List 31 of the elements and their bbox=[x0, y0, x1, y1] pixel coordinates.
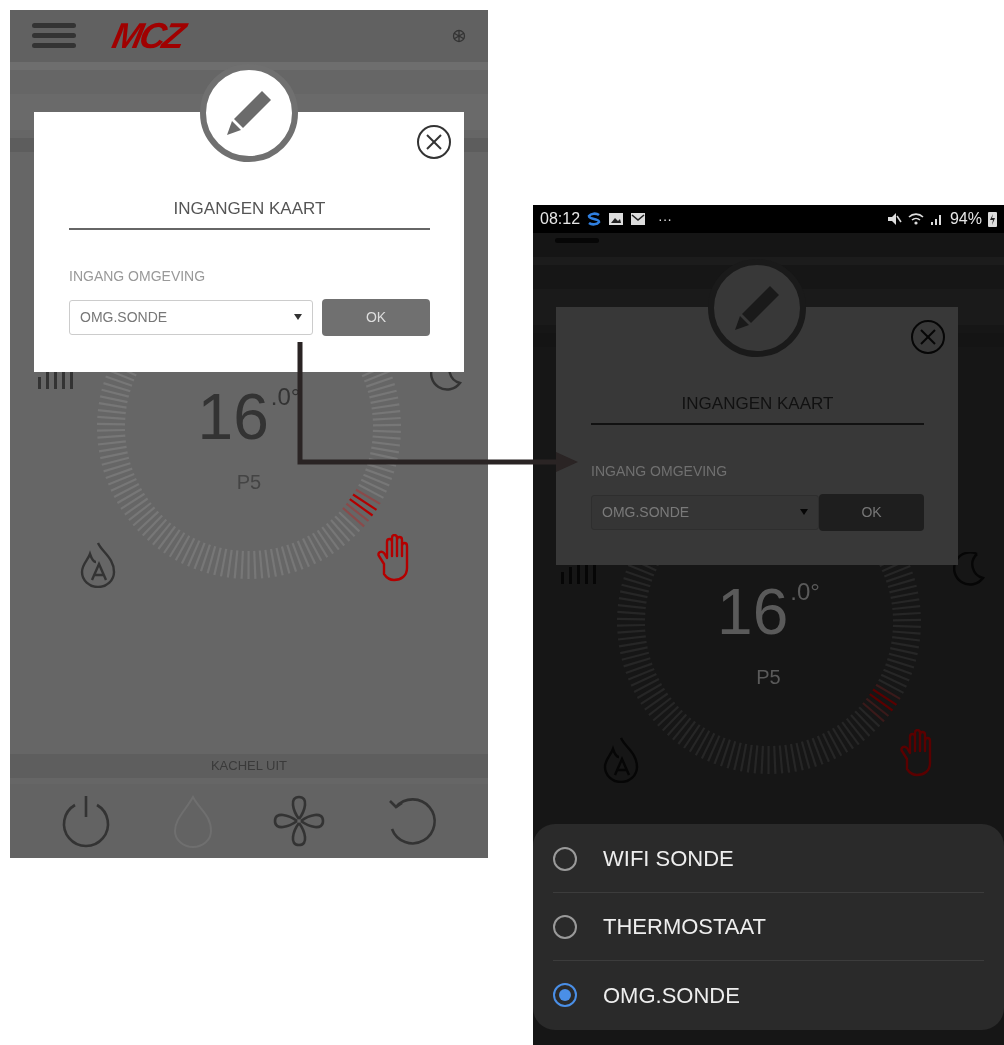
dialog-title: INGANGEN KAART bbox=[172, 198, 327, 220]
app-notification-icon bbox=[586, 211, 603, 227]
dropdown-caret-icon bbox=[294, 314, 302, 320]
mute-icon bbox=[885, 211, 902, 227]
pencil-icon bbox=[224, 88, 274, 138]
field-label: INGANG OMGEVING bbox=[69, 266, 207, 286]
image-icon bbox=[608, 212, 625, 226]
close-icon[interactable] bbox=[416, 124, 452, 160]
snowflake-icon[interactable] bbox=[452, 29, 466, 43]
option-item[interactable]: THERMOSTAAT bbox=[553, 893, 984, 961]
pencil-icon bbox=[732, 283, 782, 333]
mail-icon bbox=[630, 212, 647, 226]
field-label: INGANG OMGEVING bbox=[591, 461, 729, 481]
status-time: 08:12 bbox=[540, 209, 581, 229]
select-field[interactable]: OMG.SONDE bbox=[591, 494, 820, 530]
wifi-icon bbox=[907, 212, 924, 226]
select-field[interactable]: OMG.SONDE bbox=[69, 299, 313, 335]
battery-level: 94% bbox=[949, 209, 982, 229]
battery-icon bbox=[988, 211, 997, 227]
ok-button[interactable]: OK bbox=[819, 493, 924, 531]
option-item[interactable]: OMG.SONDE bbox=[553, 961, 984, 1029]
menu-icon[interactable] bbox=[32, 21, 76, 51]
temperature-value: 16 bbox=[717, 580, 789, 644]
option-item[interactable]: WIFI SONDE bbox=[553, 825, 984, 893]
flame-auto-icon[interactable] bbox=[80, 540, 116, 588]
ok-button[interactable]: OK bbox=[322, 298, 430, 336]
more-notifications: ··· bbox=[658, 209, 673, 229]
dropdown-caret-icon bbox=[800, 509, 809, 515]
power-level: P5 bbox=[756, 666, 781, 688]
temperature-decimal: .0° bbox=[790, 580, 820, 604]
signal-icon bbox=[929, 212, 944, 226]
